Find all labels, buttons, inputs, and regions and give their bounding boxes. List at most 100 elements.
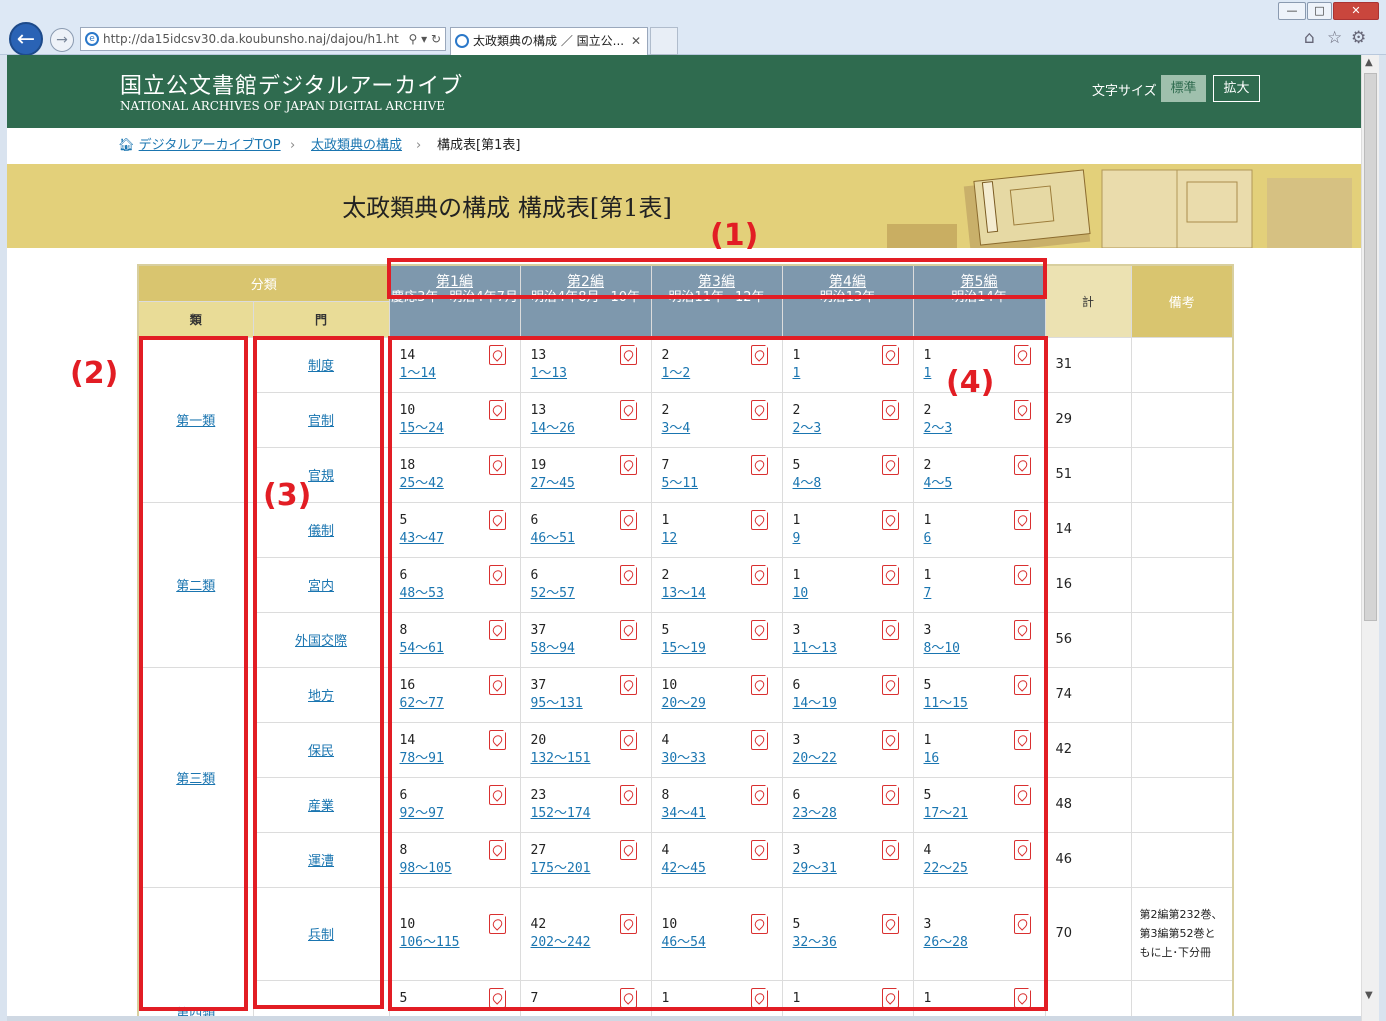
home-icon[interactable]: ⌂ bbox=[1304, 28, 1315, 48]
volume-range-link[interactable]: 27～45 bbox=[531, 475, 651, 493]
volume-range-link[interactable]: 29～31 bbox=[793, 860, 913, 878]
pdf-icon[interactable] bbox=[881, 508, 900, 530]
volume-range-link[interactable]: 10 bbox=[793, 585, 913, 603]
pdf-icon[interactable] bbox=[1013, 343, 1032, 365]
back-icon[interactable]: ← bbox=[9, 22, 43, 56]
volume-range-link[interactable]: 16 bbox=[924, 750, 1045, 768]
pdf-icon[interactable] bbox=[619, 563, 638, 585]
volume-range-link[interactable]: 152～174 bbox=[531, 805, 651, 823]
volume-range-link[interactable]: 9 bbox=[793, 530, 913, 548]
volume-range-link[interactable]: 26～28 bbox=[924, 934, 1045, 952]
volume-range-link[interactable]: 46～51 bbox=[531, 530, 651, 548]
pdf-icon[interactable] bbox=[488, 838, 507, 860]
volume-range-link[interactable]: 23～28 bbox=[793, 805, 913, 823]
pdf-icon[interactable] bbox=[881, 453, 900, 475]
volume-range-link[interactable]: 1 bbox=[793, 365, 913, 383]
volume-range-link[interactable]: 175～201 bbox=[531, 860, 651, 878]
pdf-icon[interactable] bbox=[881, 838, 900, 860]
volume-range-link[interactable]: 14～19 bbox=[793, 695, 913, 713]
pdf-icon[interactable] bbox=[750, 783, 769, 805]
mon-link[interactable]: 制度 bbox=[308, 359, 334, 374]
mon-link[interactable]: 官規 bbox=[308, 469, 334, 484]
pdf-icon[interactable] bbox=[881, 783, 900, 805]
mon-link[interactable]: 宮内 bbox=[308, 579, 334, 594]
pdf-icon[interactable] bbox=[750, 986, 769, 1008]
pdf-icon[interactable] bbox=[619, 618, 638, 640]
volume-range-link[interactable]: 32～36 bbox=[793, 934, 913, 952]
edition-4-link[interactable]: 第4編 bbox=[783, 274, 912, 290]
breadcrumb-home[interactable]: 🏠︎ デジタルアーカイブTOP bbox=[118, 128, 281, 164]
volume-range-link[interactable]: 25～42 bbox=[400, 475, 520, 493]
font-size-standard-button[interactable]: 標準 bbox=[1161, 75, 1206, 102]
pdf-icon[interactable] bbox=[488, 453, 507, 475]
volume-range-link[interactable]: 30～33 bbox=[662, 750, 782, 768]
volume-range-link[interactable]: 11～15 bbox=[924, 695, 1045, 713]
address-bar[interactable]: e http://da15idcsv30.da.koubunsho.naj/da… bbox=[80, 27, 446, 51]
pdf-icon[interactable] bbox=[881, 912, 900, 934]
volume-range-link[interactable]: 1～2 bbox=[662, 365, 782, 383]
pdf-icon[interactable] bbox=[881, 343, 900, 365]
volume-range-link[interactable]: 54～61 bbox=[400, 640, 520, 658]
window-close-button[interactable]: ✕ bbox=[1333, 2, 1379, 20]
volume-range-link[interactable]: 43～47 bbox=[400, 530, 520, 548]
volume-range-link[interactable]: 22～25 bbox=[924, 860, 1045, 878]
pdf-icon[interactable] bbox=[750, 673, 769, 695]
volume-range-link[interactable]: 8～10 bbox=[924, 640, 1045, 658]
volume-range-link[interactable]: 1～13 bbox=[531, 365, 651, 383]
pdf-icon[interactable] bbox=[488, 986, 507, 1008]
volume-range-link[interactable]: 3～4 bbox=[662, 420, 782, 438]
pdf-icon[interactable] bbox=[619, 783, 638, 805]
volume-range-link[interactable]: 5～11 bbox=[662, 475, 782, 493]
search-icon[interactable]: ⚲ bbox=[408, 32, 417, 46]
edition-2-link[interactable]: 第2編 bbox=[521, 274, 650, 290]
pdf-icon[interactable] bbox=[1013, 912, 1032, 934]
pdf-icon[interactable] bbox=[619, 673, 638, 695]
pdf-icon[interactable] bbox=[1013, 618, 1032, 640]
new-tab-button[interactable] bbox=[650, 27, 678, 55]
mon-link[interactable]: 産業 bbox=[308, 799, 334, 814]
edition-5-link[interactable]: 第5編 bbox=[914, 274, 1044, 290]
volume-range-link[interactable]: 46～54 bbox=[662, 934, 782, 952]
volume-range-link[interactable]: 202～242 bbox=[531, 934, 651, 952]
pdf-icon[interactable] bbox=[750, 563, 769, 585]
volume-range-link[interactable]: 15～24 bbox=[400, 420, 520, 438]
mon-link[interactable]: 儀制 bbox=[308, 524, 334, 539]
volume-range-link[interactable]: 1～14 bbox=[400, 365, 520, 383]
pdf-icon[interactable] bbox=[750, 618, 769, 640]
pdf-icon[interactable] bbox=[750, 912, 769, 934]
category-link[interactable]: 第二類 bbox=[176, 579, 215, 594]
mon-link[interactable]: 保民 bbox=[308, 744, 334, 759]
mon-link[interactable]: 官制 bbox=[308, 414, 334, 429]
volume-range-link[interactable]: 78～91 bbox=[400, 750, 520, 768]
edition-1-link[interactable]: 第1編 bbox=[390, 274, 519, 290]
pdf-icon[interactable] bbox=[881, 618, 900, 640]
pdf-icon[interactable] bbox=[619, 986, 638, 1008]
font-size-large-button[interactable]: 拡大 bbox=[1213, 75, 1260, 102]
breadcrumb-home-link[interactable]: デジタルアーカイブTOP bbox=[139, 138, 281, 153]
pdf-icon[interactable] bbox=[488, 618, 507, 640]
volume-range-link[interactable]: 42～45 bbox=[662, 860, 782, 878]
volume-range-link[interactable]: 11～13 bbox=[793, 640, 913, 658]
pdf-icon[interactable] bbox=[1013, 838, 1032, 860]
scroll-thumb[interactable] bbox=[1364, 73, 1377, 621]
vertical-scrollbar[interactable]: ▲ ▼ bbox=[1361, 55, 1379, 1021]
minimize-button[interactable]: — bbox=[1278, 2, 1306, 20]
pdf-icon[interactable] bbox=[619, 453, 638, 475]
pdf-icon[interactable] bbox=[619, 728, 638, 750]
pdf-icon[interactable] bbox=[619, 838, 638, 860]
browser-tab[interactable]: 太政類典の構成 ／ 国立公... ✕ bbox=[450, 27, 648, 55]
scroll-down-icon[interactable]: ▼ bbox=[1365, 990, 1373, 1001]
star-icon[interactable]: ☆ bbox=[1327, 28, 1342, 48]
volume-range-link[interactable]: 48～53 bbox=[400, 585, 520, 603]
volume-range-link[interactable]: 6 bbox=[924, 530, 1045, 548]
pdf-icon[interactable] bbox=[1013, 563, 1032, 585]
pdf-icon[interactable] bbox=[750, 508, 769, 530]
pdf-icon[interactable] bbox=[1013, 783, 1032, 805]
pdf-icon[interactable] bbox=[488, 912, 507, 934]
volume-range-link[interactable]: 12 bbox=[662, 530, 782, 548]
volume-range-link[interactable]: 2～3 bbox=[793, 420, 913, 438]
pdf-icon[interactable] bbox=[488, 508, 507, 530]
pdf-icon[interactable] bbox=[488, 728, 507, 750]
breadcrumb-structure-link[interactable]: 太政類典の構成 bbox=[311, 128, 402, 164]
forward-icon[interactable]: → bbox=[50, 28, 74, 52]
